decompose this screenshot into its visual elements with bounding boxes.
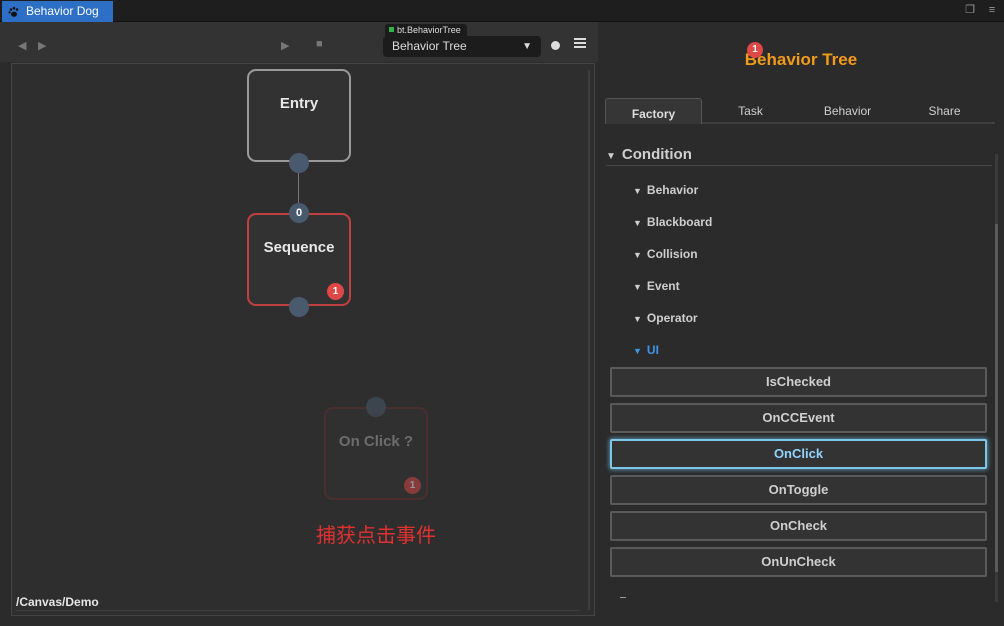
category-collision[interactable]: ▼ Collision xyxy=(633,247,698,261)
hamburger-menu-icon[interactable] xyxy=(574,38,586,48)
panel-title: Behavior Tree xyxy=(744,50,858,69)
sequence-node-label: Sequence xyxy=(263,239,335,256)
sequence-port-index: 0 xyxy=(295,207,303,219)
expand-triangle-icon: ▼ xyxy=(633,314,642,324)
green-dot-icon xyxy=(389,27,394,32)
onclick-node[interactable]: On Click ? 1 xyxy=(324,397,428,500)
entry-node[interactable]: Entry xyxy=(247,69,351,173)
item-ischecked[interactable]: IsChecked xyxy=(610,367,987,397)
panel-scrollbar[interactable] xyxy=(995,154,998,602)
canvas-vertical-scrollbar[interactable] xyxy=(588,70,590,610)
tab-behavior[interactable]: Behavior xyxy=(799,98,896,124)
canvas-horizontal-scrollbar[interactable] xyxy=(16,610,580,611)
expand-triangle-icon: ▼ xyxy=(633,282,642,292)
expand-triangle-icon: ▼ xyxy=(633,346,642,356)
category-event[interactable]: ▼ Event xyxy=(633,279,680,293)
panel-title-badge: 1 xyxy=(747,42,763,58)
tree-type-tag: bt.BehaviorTree xyxy=(385,24,467,36)
restore-icon[interactable]: ❐ xyxy=(964,4,976,16)
item-oncheck[interactable]: OnCheck xyxy=(610,511,987,541)
sequence-input-port[interactable]: 0 xyxy=(289,203,309,223)
tab-share[interactable]: Share xyxy=(896,98,993,124)
tab-task[interactable]: Task xyxy=(702,98,799,124)
category-label: Behavior xyxy=(646,183,699,197)
window-tab-label: Behavior Dog xyxy=(26,4,99,18)
onclick-input-port[interactable] xyxy=(366,397,386,417)
sequence-output-port[interactable] xyxy=(289,297,309,317)
behavior-canvas[interactable]: Entry 0 Sequence 1 On Click ? 1 捕获点击事件 /… xyxy=(11,63,595,616)
section-condition-label: Condition xyxy=(621,146,692,163)
expand-triangle-icon: ▼ xyxy=(633,250,642,260)
onclick-node-label: On Click ? xyxy=(338,433,414,450)
paw-icon xyxy=(8,6,19,17)
expand-triangle-icon: ▼ xyxy=(633,218,642,228)
expand-triangle-icon: ▼ xyxy=(606,151,616,162)
play-icon[interactable]: ▶ xyxy=(281,39,289,52)
category-label: UI xyxy=(646,343,659,357)
item-onccevent[interactable]: OnCCEvent xyxy=(610,403,987,433)
canvas-toolbar: ◀ ▶ ▶ ■ bt.BehaviorTree Behavior Tree ▼ xyxy=(0,22,598,62)
factory-panel: Behavior Tree 1 Factory Task Behavior Sh… xyxy=(598,22,1004,626)
record-dot-icon[interactable] xyxy=(551,41,560,50)
item-ontoggle[interactable]: OnToggle xyxy=(610,475,987,505)
canvas-path-label: /Canvas/Demo xyxy=(16,595,99,609)
tree-select-dropdown[interactable]: Behavior Tree ▼ xyxy=(383,36,541,57)
forward-arrow-icon[interactable]: ▶ xyxy=(38,39,46,52)
category-blackboard[interactable]: ▼ Blackboard xyxy=(633,215,712,229)
category-ui[interactable]: ▼ UI xyxy=(633,343,659,357)
entry-node-label: Entry xyxy=(279,95,319,112)
section-condition[interactable]: ▼ Condition xyxy=(606,144,992,166)
expand-triangle-icon: ▼ xyxy=(633,186,642,196)
sequence-error-badge: 1 xyxy=(327,283,344,300)
panel-tabs: Factory Task Behavior Share xyxy=(605,98,995,124)
tab-factory[interactable]: Factory xyxy=(605,98,702,124)
item-onclick[interactable]: OnClick xyxy=(610,439,987,469)
item-onuncheck[interactable]: OnUnCheck xyxy=(610,547,987,577)
stop-icon[interactable]: ■ xyxy=(316,38,323,50)
category-operator[interactable]: ▼ Operator xyxy=(633,311,698,325)
collapse-minus-icon[interactable] xyxy=(620,597,626,598)
dropdown-arrow-icon: ▼ xyxy=(522,41,532,52)
sequence-node[interactable]: 0 Sequence 1 xyxy=(247,203,351,317)
back-arrow-icon[interactable]: ◀ xyxy=(18,39,26,52)
tree-type-tag-label: bt.BehaviorTree xyxy=(397,25,461,35)
category-label: Event xyxy=(646,279,680,293)
entry-output-port[interactable] xyxy=(289,153,309,173)
window-tab[interactable]: Behavior Dog xyxy=(2,1,113,22)
category-label: Collision xyxy=(646,247,698,261)
category-label: Operator xyxy=(646,311,698,325)
onclick-error-badge: 1 xyxy=(404,477,421,494)
category-behavior[interactable]: ▼ Behavior xyxy=(633,183,698,197)
menu-lines-icon[interactable]: ≡ xyxy=(986,4,998,16)
tree-select-value: Behavior Tree xyxy=(392,39,467,53)
caption-text: 捕获点击事件 xyxy=(316,523,436,547)
panel-scrollbar-thumb[interactable] xyxy=(995,224,998,572)
category-label: Blackboard xyxy=(646,215,713,229)
title-bar: Behavior Dog ❐ ≡ xyxy=(0,0,1004,22)
